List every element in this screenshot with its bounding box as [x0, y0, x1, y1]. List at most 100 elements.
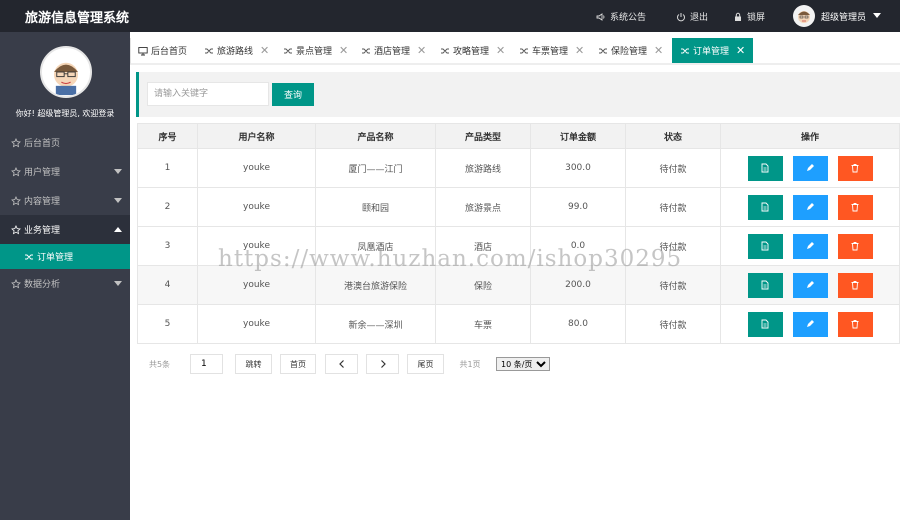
- table-row: 4 youke 港澳台旅游保险 保险 200.0 待付款: [137, 265, 900, 305]
- cell-actions: [720, 148, 900, 188]
- logout-label: 退出: [690, 13, 709, 23]
- col-header-type: 产品类型: [435, 123, 531, 149]
- cell-amount: 300.0: [530, 148, 626, 188]
- trash-icon: [851, 203, 859, 212]
- close-icon[interactable]: ✕: [339, 44, 348, 57]
- cell-product: 颐和园: [315, 187, 436, 227]
- document-icon: [761, 319, 769, 329]
- table-row: 5 youke 新余——深圳 车票 80.0 待付款: [137, 304, 900, 344]
- tab-home[interactable]: 后台首页: [138, 38, 187, 63]
- trash-icon: [851, 164, 859, 173]
- delete-button[interactable]: [837, 311, 873, 337]
- edit-button[interactable]: [792, 155, 828, 181]
- tab-insurance[interactable]: 保险管理 ✕: [598, 38, 663, 63]
- logout-link[interactable]: 退出: [676, 10, 708, 23]
- sidebar-item-label: 用户管理: [24, 168, 61, 178]
- delete-button[interactable]: [837, 155, 873, 181]
- detail-button[interactable]: [747, 272, 783, 298]
- close-icon[interactable]: ✕: [575, 44, 584, 57]
- jump-button[interactable]: 跳转: [235, 354, 272, 374]
- chevron-down-icon: [114, 281, 122, 286]
- shuffle-icon: [284, 48, 292, 53]
- document-icon: [761, 202, 769, 212]
- last-page-button[interactable]: 尾页: [407, 354, 444, 374]
- document-icon: [761, 280, 769, 290]
- cell-username: youke: [197, 265, 316, 305]
- edit-button[interactable]: [792, 272, 828, 298]
- edit-button[interactable]: [792, 311, 828, 337]
- chevron-left-icon: [338, 360, 344, 368]
- shuffle-icon: [520, 48, 528, 53]
- tab-attractions[interactable]: 景点管理 ✕: [283, 38, 348, 63]
- sidebar-subitem-orders[interactable]: 订单管理: [0, 244, 130, 269]
- total-count: 共5条: [137, 354, 182, 374]
- delete-button[interactable]: [837, 272, 873, 298]
- sidebar-item-home[interactable]: 后台首页: [0, 128, 130, 157]
- tab-label: 旅游路线: [217, 47, 254, 57]
- announcement-link[interactable]: 系统公告: [596, 10, 646, 23]
- cell-product: 厦门——江门: [315, 148, 436, 188]
- first-page-button[interactable]: 首页: [280, 354, 316, 374]
- cell-username: youke: [197, 226, 316, 266]
- user-menu-caret-icon[interactable]: [873, 13, 881, 18]
- sidebar-item-label: 业务管理: [24, 226, 61, 236]
- sidebar-item-analytics[interactable]: 数据分析: [0, 269, 130, 298]
- star-icon: [11, 137, 21, 147]
- table-row: 1 youke 厦门——江门 旅游路线 300.0 待付款: [137, 148, 900, 188]
- search-button[interactable]: 查询: [272, 83, 314, 106]
- detail-button[interactable]: [747, 233, 783, 259]
- page-number-input[interactable]: [190, 354, 223, 374]
- pencil-icon: [807, 281, 814, 288]
- cell-status: 待付款: [625, 187, 721, 227]
- shuffle-icon: [362, 48, 370, 53]
- close-icon[interactable]: ✕: [496, 44, 505, 57]
- tab-hotels[interactable]: 酒店管理 ✕: [361, 38, 426, 63]
- monitor-icon: [138, 46, 148, 55]
- search-input[interactable]: [147, 82, 269, 106]
- close-icon[interactable]: ✕: [260, 44, 269, 57]
- sidebar-item-label: 后台首页: [24, 139, 61, 149]
- sidebar-item-content[interactable]: 内容管理: [0, 186, 130, 215]
- shuffle-icon: [25, 254, 33, 259]
- edit-button[interactable]: [792, 233, 828, 259]
- page-count: 共1页: [452, 354, 488, 374]
- close-icon[interactable]: ✕: [736, 44, 745, 57]
- delete-button[interactable]: [837, 233, 873, 259]
- table-header-row: 序号 用户名称 产品名称 产品类型 订单金额 状态 操作: [137, 123, 900, 149]
- sidebar-item-users[interactable]: 用户管理: [0, 157, 130, 186]
- lock-screen-link[interactable]: 锁屏: [733, 10, 765, 23]
- cell-type: 酒店: [435, 226, 531, 266]
- page-size-select[interactable]: 10 条/页: [496, 357, 550, 371]
- delete-button[interactable]: [837, 194, 873, 220]
- next-page-button[interactable]: [366, 354, 399, 374]
- prev-page-button[interactable]: [325, 354, 358, 374]
- star-icon: [11, 278, 21, 288]
- detail-button[interactable]: [747, 311, 783, 337]
- cell-actions: [720, 304, 900, 344]
- cell-type: 旅游路线: [435, 148, 531, 188]
- table-row: 2 youke 颐和园 旅游景点 99.0 待付款: [137, 187, 900, 227]
- tab-routes[interactable]: 旅游路线 ✕: [204, 38, 269, 63]
- edit-button[interactable]: [792, 194, 828, 220]
- tab-tickets[interactable]: 车票管理 ✕: [519, 38, 584, 63]
- col-header-product: 产品名称: [315, 123, 436, 149]
- cell-product: 港澳台旅游保险: [315, 265, 436, 305]
- close-icon[interactable]: ✕: [654, 44, 663, 57]
- top-bar: 旅游信息管理系统 系统公告 退出 锁屏 超级管理员: [0, 0, 900, 32]
- tab-orders[interactable]: 订单管理 ✕: [672, 38, 754, 63]
- sidebar-item-business[interactable]: 业务管理: [0, 215, 130, 244]
- sidebar-item-label: 数据分析: [24, 280, 61, 290]
- cell-username: youke: [197, 187, 316, 227]
- sidebar-avatar: [40, 46, 92, 98]
- cell-status: 待付款: [625, 226, 721, 266]
- user-name[interactable]: 超级管理员: [821, 10, 866, 23]
- tab-guides[interactable]: 攻略管理 ✕: [440, 38, 505, 63]
- detail-button[interactable]: [747, 194, 783, 220]
- detail-button[interactable]: [747, 155, 783, 181]
- chevron-down-icon: [114, 169, 122, 174]
- sidebar: 你好! 超级管理员, 欢迎登录 后台首页 用户管理 内容管理 业务管理 订单管理…: [0, 32, 130, 520]
- close-icon[interactable]: ✕: [417, 44, 426, 57]
- user-avatar[interactable]: [793, 5, 815, 27]
- cell-index: 3: [137, 226, 198, 266]
- pencil-icon: [807, 320, 814, 327]
